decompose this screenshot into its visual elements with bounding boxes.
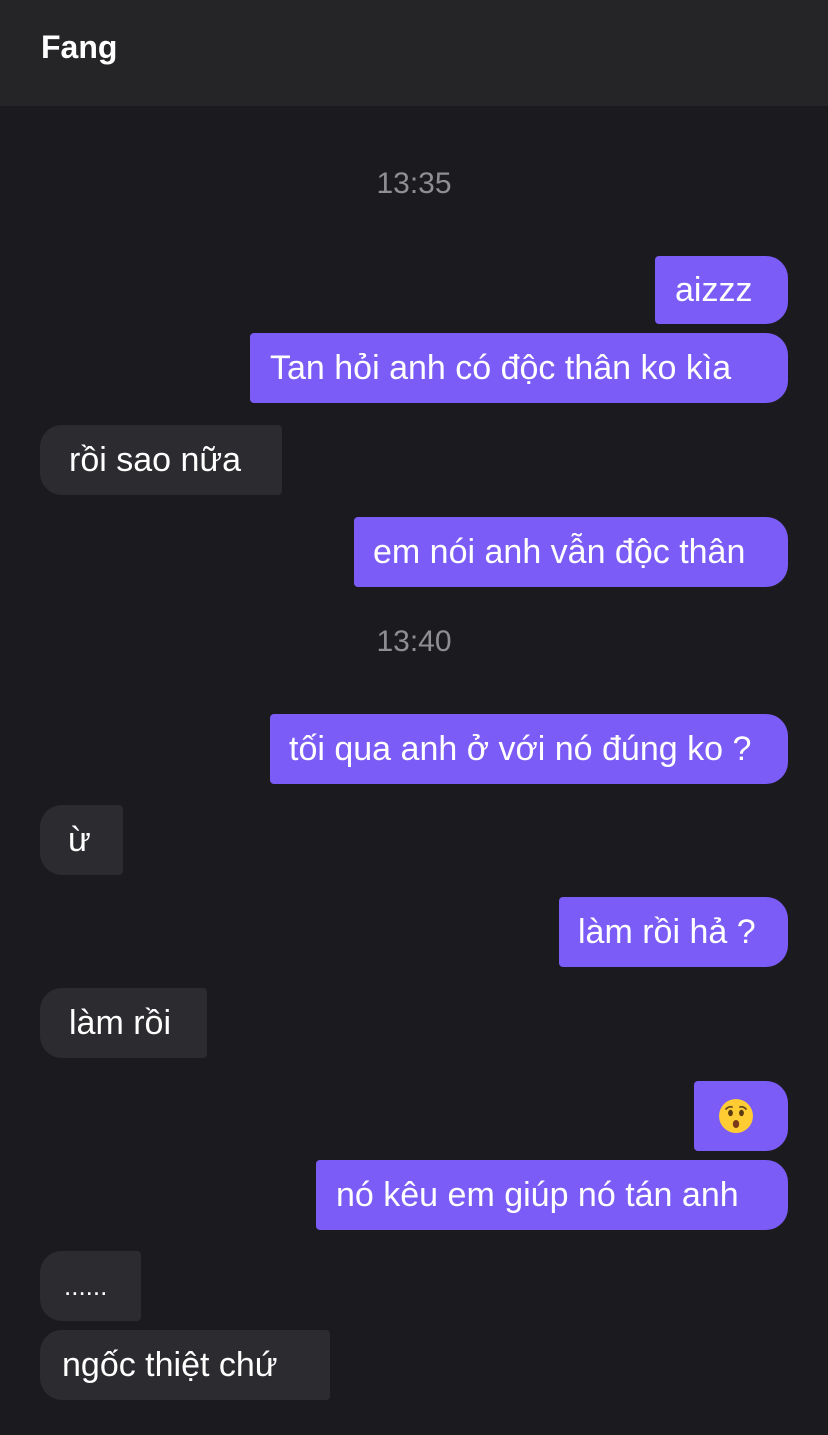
message-text: Tan hỏi anh có độc thân ko kìa [270, 349, 732, 387]
message-text: ừ [68, 821, 91, 859]
message-text: rồi sao nữa [69, 441, 242, 479]
message-outgoing[interactable]: làm rồi hả ? [559, 897, 788, 967]
chat-header: Fang [0, 0, 828, 106]
message-text: ...... [64, 1271, 108, 1301]
timestamp: 13:40 [376, 625, 452, 658]
hushed-face-emoji-icon [719, 1099, 753, 1133]
message-text: làm rồi hả ? [578, 913, 756, 951]
message-text: làm rồi [69, 1004, 172, 1042]
message-text: nó kêu em giúp nó tán anh [336, 1176, 739, 1214]
message-outgoing[interactable] [694, 1081, 788, 1151]
message-incoming[interactable]: ...... [40, 1251, 141, 1321]
timestamp: 13:35 [376, 167, 452, 200]
message-incoming[interactable]: ừ [40, 805, 123, 875]
message-outgoing[interactable]: nó kêu em giúp nó tán anh [316, 1160, 788, 1230]
message-text: ngốc thiệt chứ [62, 1346, 278, 1384]
message-outgoing[interactable]: tối qua anh ở với nó đúng ko ? [270, 714, 788, 784]
message-text: em nói anh vẫn độc thân [373, 533, 746, 571]
message-incoming[interactable]: rồi sao nữa [40, 425, 282, 495]
message-text: aizzz [675, 271, 753, 309]
message-outgoing[interactable]: em nói anh vẫn độc thân [354, 517, 788, 587]
message-outgoing[interactable]: aizzz [655, 256, 788, 324]
contact-name[interactable]: Fang [41, 28, 117, 66]
message-incoming[interactable]: làm rồi [40, 988, 207, 1058]
message-outgoing[interactable]: Tan hỏi anh có độc thân ko kìa [250, 333, 788, 403]
chat-screen: Fang 13:35 aizzz Tan hỏi anh có độc thân… [0, 0, 828, 1435]
message-incoming[interactable]: ngốc thiệt chứ [40, 1330, 330, 1400]
message-text: tối qua anh ở với nó đúng ko ? [289, 730, 752, 768]
